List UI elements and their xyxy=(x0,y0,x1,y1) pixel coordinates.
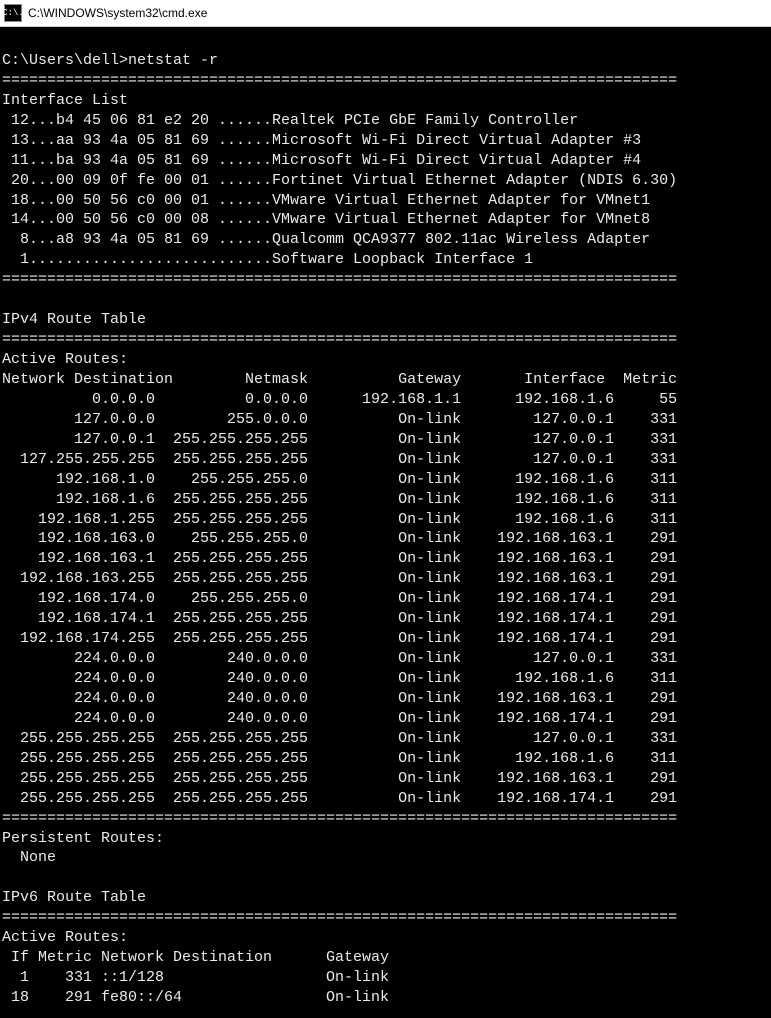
cmd-icon: C:\. xyxy=(4,4,22,22)
window-titlebar: C:\. C:\WINDOWS\system32\cmd.exe xyxy=(0,0,771,27)
terminal-output[interactable]: C:\Users\dell>netstat -r ===============… xyxy=(0,27,771,1018)
window-title: C:\WINDOWS\system32\cmd.exe xyxy=(28,6,207,20)
